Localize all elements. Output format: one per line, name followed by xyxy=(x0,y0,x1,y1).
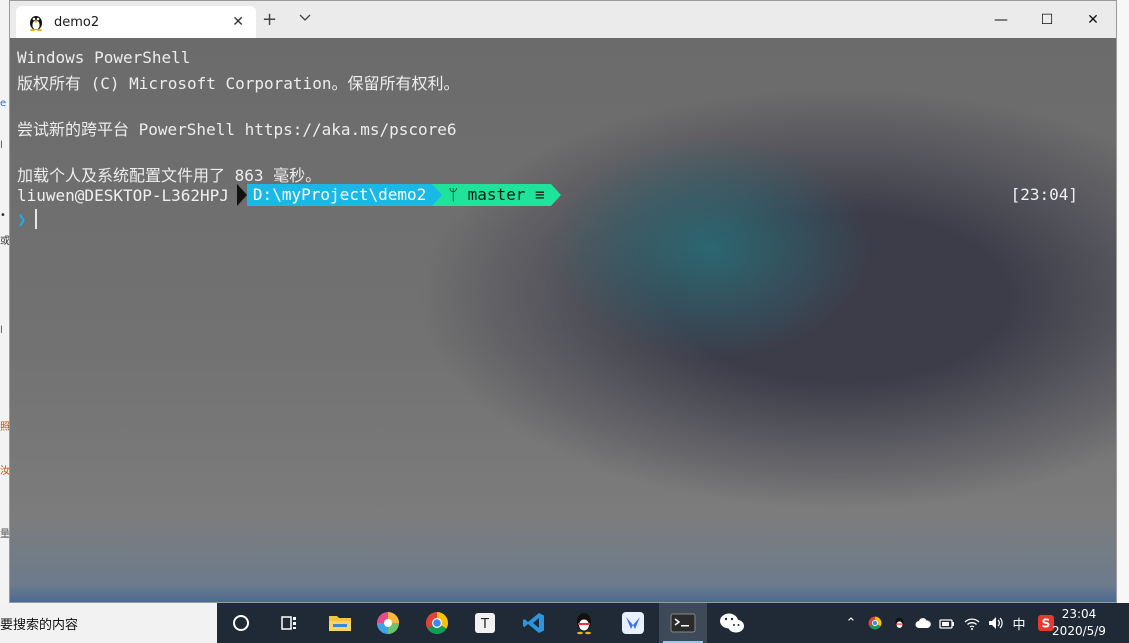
git-status-icon: ≡ xyxy=(535,185,545,204)
vscode-icon[interactable] xyxy=(510,603,558,643)
photos-icon[interactable] xyxy=(364,603,412,643)
input-line[interactable]: ❯ xyxy=(17,208,37,230)
windows-terminal-window: demo2 ✕ + — ☐ ✕ Windows PowerShell 版权所有 … xyxy=(9,0,1117,603)
new-tab-button[interactable]: + xyxy=(262,9,277,30)
search-placeholder: 要搜索的内容 xyxy=(0,617,79,633)
close-tab-icon[interactable]: ✕ xyxy=(232,14,244,30)
file-explorer-icon[interactable] xyxy=(316,603,364,643)
chrome-icon[interactable] xyxy=(413,603,461,643)
powerline-separator-icon xyxy=(550,184,561,206)
tray-chrome-icon[interactable] xyxy=(865,603,885,643)
background-window-right-edge xyxy=(1116,0,1129,603)
maximize-button[interactable]: ☐ xyxy=(1024,1,1070,38)
clock-date: 2020/5/9 xyxy=(1052,624,1106,638)
chevron-down-icon[interactable] xyxy=(298,11,312,25)
linux-tux-icon xyxy=(29,16,43,31)
terminal-icon[interactable] xyxy=(659,603,707,643)
svg-text:T: T xyxy=(480,617,489,632)
prompt-git-segment: ᛘ master ≡ xyxy=(442,184,551,206)
wifi-icon[interactable] xyxy=(961,603,983,643)
powerline-separator-icon xyxy=(236,184,247,206)
prompt-line: liuwen@DESKTOP-L362HPJ D:\myProject\demo… xyxy=(17,184,561,206)
cortana-icon[interactable] xyxy=(217,603,265,643)
typora-icon[interactable]: T xyxy=(461,603,509,643)
terminal-content[interactable]: Windows PowerShell 版权所有 (C) Microsoft Co… xyxy=(10,38,1116,602)
tray-overflow-chevron[interactable]: ⌃ xyxy=(842,603,860,643)
terminal-line: 版权所有 (C) Microsoft Corporation。保留所有权利。 xyxy=(17,74,460,93)
powerline-separator-icon xyxy=(432,184,443,206)
background-window-edge: e l • 或 l 照 汝 量 xyxy=(0,0,10,603)
tray-device-icon[interactable] xyxy=(937,603,957,643)
tray-qq-icon[interactable] xyxy=(889,603,909,643)
close-window-button[interactable]: ✕ xyxy=(1070,1,1116,38)
tab-demo2[interactable]: demo2 ✕ xyxy=(16,6,256,38)
clock-time: 23:04 xyxy=(1061,607,1097,621)
task-view-icon[interactable] xyxy=(265,603,313,643)
prompt-caret-icon: ❯ xyxy=(17,209,27,229)
terminal-line: Windows PowerShell xyxy=(17,48,191,67)
qq-icon[interactable] xyxy=(560,603,608,643)
tray-cloud-icon[interactable] xyxy=(913,603,933,643)
clock[interactable]: 23:04 2020/5/9 xyxy=(1049,606,1109,640)
feishu-icon[interactable] xyxy=(609,603,657,643)
minimize-button[interactable]: — xyxy=(978,1,1024,38)
prompt-path: D:\myProject\demo2 xyxy=(246,184,433,206)
terminal-line: 加载个人及系统配置文件用了 863 毫秒。 xyxy=(17,166,322,185)
tab-title: demo2 xyxy=(54,14,100,30)
taskbar: 要搜索的内容 T ⌃ 中 S 23:04 2020/5/9 xyxy=(0,603,1129,643)
wechat-icon[interactable] xyxy=(708,603,756,643)
git-branch-icon: ᛘ xyxy=(448,185,458,204)
text-cursor xyxy=(34,209,37,229)
taskbar-search-box[interactable]: 要搜索的内容 xyxy=(0,603,217,643)
title-bar: demo2 ✕ + — ☐ ✕ xyxy=(10,1,1116,38)
prompt-user-host: liuwen@DESKTOP-L362HPJ xyxy=(17,185,229,205)
git-branch-name: master xyxy=(467,185,526,204)
volume-icon[interactable] xyxy=(985,603,1007,643)
ime-indicator[interactable]: 中 xyxy=(1009,603,1029,643)
terminal-line: 尝试新的跨平台 PowerShell https://aka.ms/pscore… xyxy=(17,120,457,139)
prompt-time: [23:04] xyxy=(1010,185,1078,204)
